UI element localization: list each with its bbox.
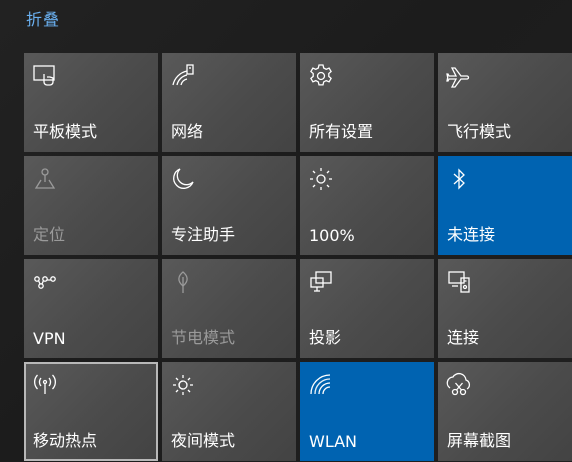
- tile-mobile-hotspot[interactable]: 移动热点: [24, 362, 158, 461]
- connect-icon: [446, 269, 472, 295]
- tile-airplane-mode[interactable]: 飞行模式: [438, 53, 572, 152]
- tile-label: 100%: [309, 226, 355, 245]
- tile-vpn[interactable]: VPN: [24, 259, 158, 358]
- collapse-link[interactable]: 折叠: [26, 6, 60, 30]
- mobile-hotspot-icon: [32, 372, 58, 398]
- location-icon: [32, 166, 58, 192]
- tile-network[interactable]: 网络: [162, 53, 296, 152]
- moon-icon: [170, 166, 196, 192]
- airplane-icon: [446, 63, 472, 89]
- tile-label: 未连接: [447, 225, 496, 244]
- action-center-panel: 折叠 平板模式 网络 所有设置 飞行模式 定位 专注助手 100% 未连接 VP…: [0, 0, 572, 462]
- tile-label: WLAN: [309, 432, 358, 451]
- tile-location[interactable]: 定位: [24, 156, 158, 255]
- tile-night-light[interactable]: 夜间模式: [162, 362, 296, 461]
- tile-label: 专注助手: [171, 225, 236, 244]
- tile-label: 投影: [309, 328, 342, 347]
- tablet-mode-icon: [32, 63, 58, 89]
- tile-connect[interactable]: 连接: [438, 259, 572, 358]
- tile-label: VPN: [33, 329, 66, 348]
- project-icon: [308, 269, 334, 295]
- tile-focus-assist[interactable]: 专注助手: [162, 156, 296, 255]
- tile-label: 网络: [171, 122, 204, 141]
- tile-label: 节电模式: [171, 328, 236, 347]
- vpn-icon: [32, 269, 58, 295]
- tile-label: 定位: [33, 225, 66, 244]
- tile-bluetooth[interactable]: 未连接: [438, 156, 572, 255]
- tile-wlan[interactable]: WLAN: [300, 362, 434, 461]
- night-light-icon: [170, 372, 196, 398]
- battery-saver-icon: [170, 269, 196, 295]
- tile-label: 屏幕截图: [447, 431, 512, 450]
- tile-label: 连接: [447, 328, 480, 347]
- tile-label: 夜间模式: [171, 431, 236, 450]
- gear-icon: [308, 63, 334, 89]
- quick-actions-grid: 平板模式 网络 所有设置 飞行模式 定位 专注助手 100% 未连接 VPN 节…: [24, 53, 572, 462]
- screen-snip-icon: [446, 372, 472, 398]
- network-icon: [170, 63, 196, 89]
- brightness-icon: [308, 166, 334, 192]
- tile-all-settings[interactable]: 所有设置: [300, 53, 434, 152]
- tile-project[interactable]: 投影: [300, 259, 434, 358]
- tile-label: 所有设置: [309, 122, 374, 141]
- bluetooth-icon: [446, 166, 472, 192]
- wifi-icon: [308, 372, 334, 398]
- tile-screen-snip[interactable]: 屏幕截图: [438, 362, 572, 461]
- tile-label: 移动热点: [33, 431, 98, 450]
- tile-battery-saver[interactable]: 节电模式: [162, 259, 296, 358]
- tile-label: 平板模式: [33, 122, 98, 141]
- tile-tablet-mode[interactable]: 平板模式: [24, 53, 158, 152]
- tile-brightness[interactable]: 100%: [300, 156, 434, 255]
- tile-label: 飞行模式: [447, 122, 512, 141]
